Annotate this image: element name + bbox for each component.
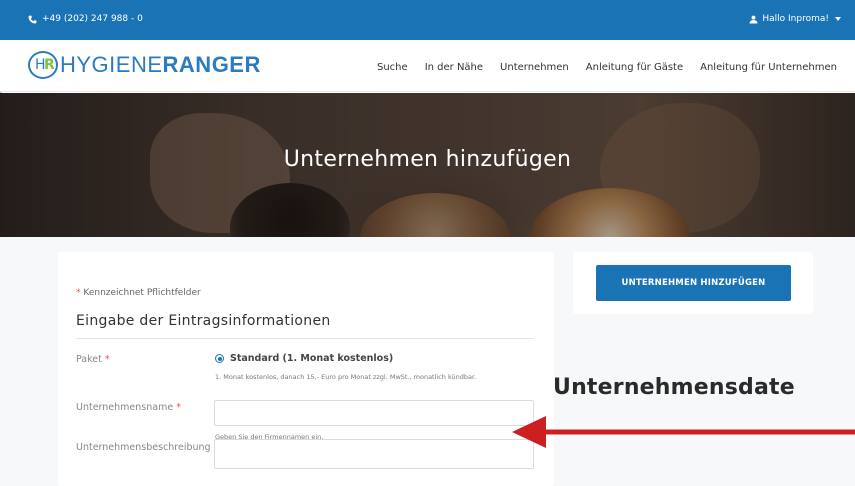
user-icon: [749, 15, 758, 23]
annotation-arrow-icon: [512, 416, 855, 448]
company-name-label: Unternehmensname *: [76, 402, 181, 413]
paket-option-standard[interactable]: Standard (1. Monat kostenlos): [215, 353, 393, 364]
hero-banner: Unternehmen hinzufügen: [0, 93, 855, 237]
required-note: * Kennzeichnet Pflichtfelder: [76, 288, 201, 298]
nav-item-in-der-naehe[interactable]: In der Nähe: [425, 62, 483, 73]
company-description-label: Unternehmensbeschreibung *: [76, 442, 218, 453]
company-description-input[interactable]: [214, 439, 534, 469]
radio-selected-icon[interactable]: [215, 354, 224, 363]
paket-label-text: Paket: [76, 354, 102, 365]
required-star: *: [76, 288, 81, 298]
phone-contact[interactable]: +49 (202) 247 988 - 0: [28, 14, 143, 24]
logo-mark-icon: H R: [28, 51, 58, 79]
paket-help: 1. Monat kostenlos, danach 15,- Euro pro…: [215, 373, 477, 381]
phone-icon: [28, 15, 37, 23]
required-star: *: [104, 354, 110, 365]
nav-item-unternehmen[interactable]: Unternehmen: [500, 62, 569, 73]
page-title: Unternehmen hinzufügen: [283, 147, 572, 172]
company-description-label-text: Unternehmensbeschreibung: [76, 442, 211, 453]
add-company-button[interactable]: UNTERNEHMEN HINZUFÜGEN: [596, 265, 791, 301]
chevron-down-icon: [835, 17, 841, 21]
paket-option-label: Standard (1. Monat kostenlos): [230, 353, 394, 364]
top-bar: +49 (202) 247 988 - 0 Hallo Inproma!: [0, 0, 855, 40]
nav-item-suche[interactable]: Suche: [377, 62, 408, 73]
logo-mark-r: R: [44, 57, 55, 73]
site-header: H R HYGIENE RANGER Suche In der Nähe Unt…: [0, 40, 855, 92]
logo-text-ranger: RANGER: [162, 52, 261, 77]
company-name-input[interactable]: [214, 400, 534, 426]
annotation-label: Unternehmensdate: [553, 375, 795, 400]
nav-item-anleitung-unternehmen[interactable]: Anleitung für Unternehmen: [700, 62, 837, 73]
required-star: *: [176, 402, 181, 413]
section-title: Eingabe der Eintragsinformationen: [76, 313, 331, 329]
paket-label: Paket *: [76, 354, 110, 365]
phone-number: +49 (202) 247 988 - 0: [42, 14, 143, 24]
main-nav: Suche In der Nähe Unternehmen Anleitung …: [377, 62, 837, 73]
user-greeting: Hallo Inproma!: [762, 14, 829, 24]
required-note-text: Kennzeichnet Pflichtfelder: [83, 288, 201, 298]
user-menu[interactable]: Hallo Inproma!: [749, 14, 841, 24]
nav-item-anleitung-gaeste[interactable]: Anleitung für Gäste: [586, 62, 683, 73]
logo-text-hygiene: HYGIENE: [60, 52, 163, 77]
site-logo[interactable]: H R HYGIENE RANGER: [28, 51, 261, 79]
company-name-label-text: Unternehmensname: [76, 402, 174, 413]
section-divider: [76, 338, 534, 339]
